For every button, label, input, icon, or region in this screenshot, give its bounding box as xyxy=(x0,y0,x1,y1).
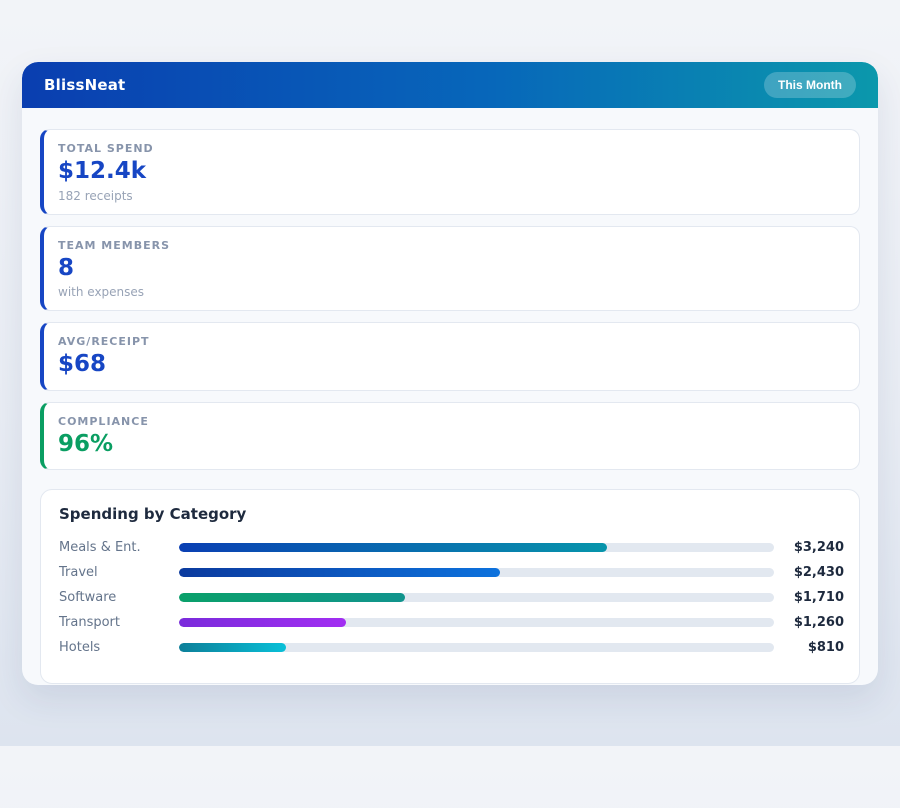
amount-label: $3,240 xyxy=(774,540,844,555)
stat-label: TEAM MEMBERS xyxy=(58,239,841,252)
chart-row-travel: Travel $2,430 xyxy=(59,560,844,585)
stat-label: TOTAL SPEND xyxy=(58,142,841,155)
amount-label: $810 xyxy=(774,640,844,655)
bar-track xyxy=(179,593,774,602)
stat-label: AVG/RECEIPT xyxy=(58,335,841,348)
category-label: Transport xyxy=(59,615,179,630)
bar-track xyxy=(179,643,774,652)
bar-track xyxy=(179,618,774,627)
stat-subtext: with expenses xyxy=(58,285,841,299)
amount-label: $1,260 xyxy=(774,615,844,630)
dashboard-container: BlissNeat This Month TOTAL SPEND $12.4k … xyxy=(22,62,878,685)
chart-title: Spending by Category xyxy=(59,505,844,523)
dashboard-content: TOTAL SPEND $12.4k 182 receipts TEAM MEM… xyxy=(22,108,878,685)
bar-track xyxy=(179,543,774,552)
chart-row-hotels: Hotels $810 xyxy=(59,635,844,660)
stat-value: $12.4k xyxy=(58,158,841,186)
stat-subtext: 182 receipts xyxy=(58,189,841,203)
category-label: Travel xyxy=(59,565,179,580)
stat-value: $68 xyxy=(58,351,841,379)
period-badge[interactable]: This Month xyxy=(764,72,856,98)
bar-fill-meals xyxy=(179,543,607,552)
bar-fill-hotels xyxy=(179,643,286,652)
app-header: BlissNeat This Month xyxy=(22,62,878,108)
amount-label: $2,430 xyxy=(774,565,844,580)
chart-row-meals: Meals & Ent. $3,240 xyxy=(59,535,844,560)
stat-card-compliance: COMPLIANCE 96% xyxy=(40,402,860,471)
spending-by-category-chart: Spending by Category Meals & Ent. $3,240… xyxy=(40,489,860,684)
chart-row-transport: Transport $1,260 xyxy=(59,610,844,635)
amount-label: $1,710 xyxy=(774,590,844,605)
category-label: Meals & Ent. xyxy=(59,540,179,555)
stat-card-avg-receipt: AVG/RECEIPT $68 xyxy=(40,322,860,391)
bar-fill-travel xyxy=(179,568,500,577)
stat-card-team-members: TEAM MEMBERS 8 with expenses xyxy=(40,226,860,312)
category-label: Software xyxy=(59,590,179,605)
bar-track xyxy=(179,568,774,577)
chart-row-software: Software $1,710 xyxy=(59,585,844,610)
stat-value: 96% xyxy=(58,431,841,459)
app-title: BlissNeat xyxy=(44,76,125,94)
category-label: Hotels xyxy=(59,640,179,655)
stat-value: 8 xyxy=(58,255,841,283)
bar-fill-transport xyxy=(179,618,346,627)
stat-label: COMPLIANCE xyxy=(58,415,841,428)
bar-fill-software xyxy=(179,593,405,602)
stat-card-total-spend: TOTAL SPEND $12.4k 182 receipts xyxy=(40,129,860,215)
